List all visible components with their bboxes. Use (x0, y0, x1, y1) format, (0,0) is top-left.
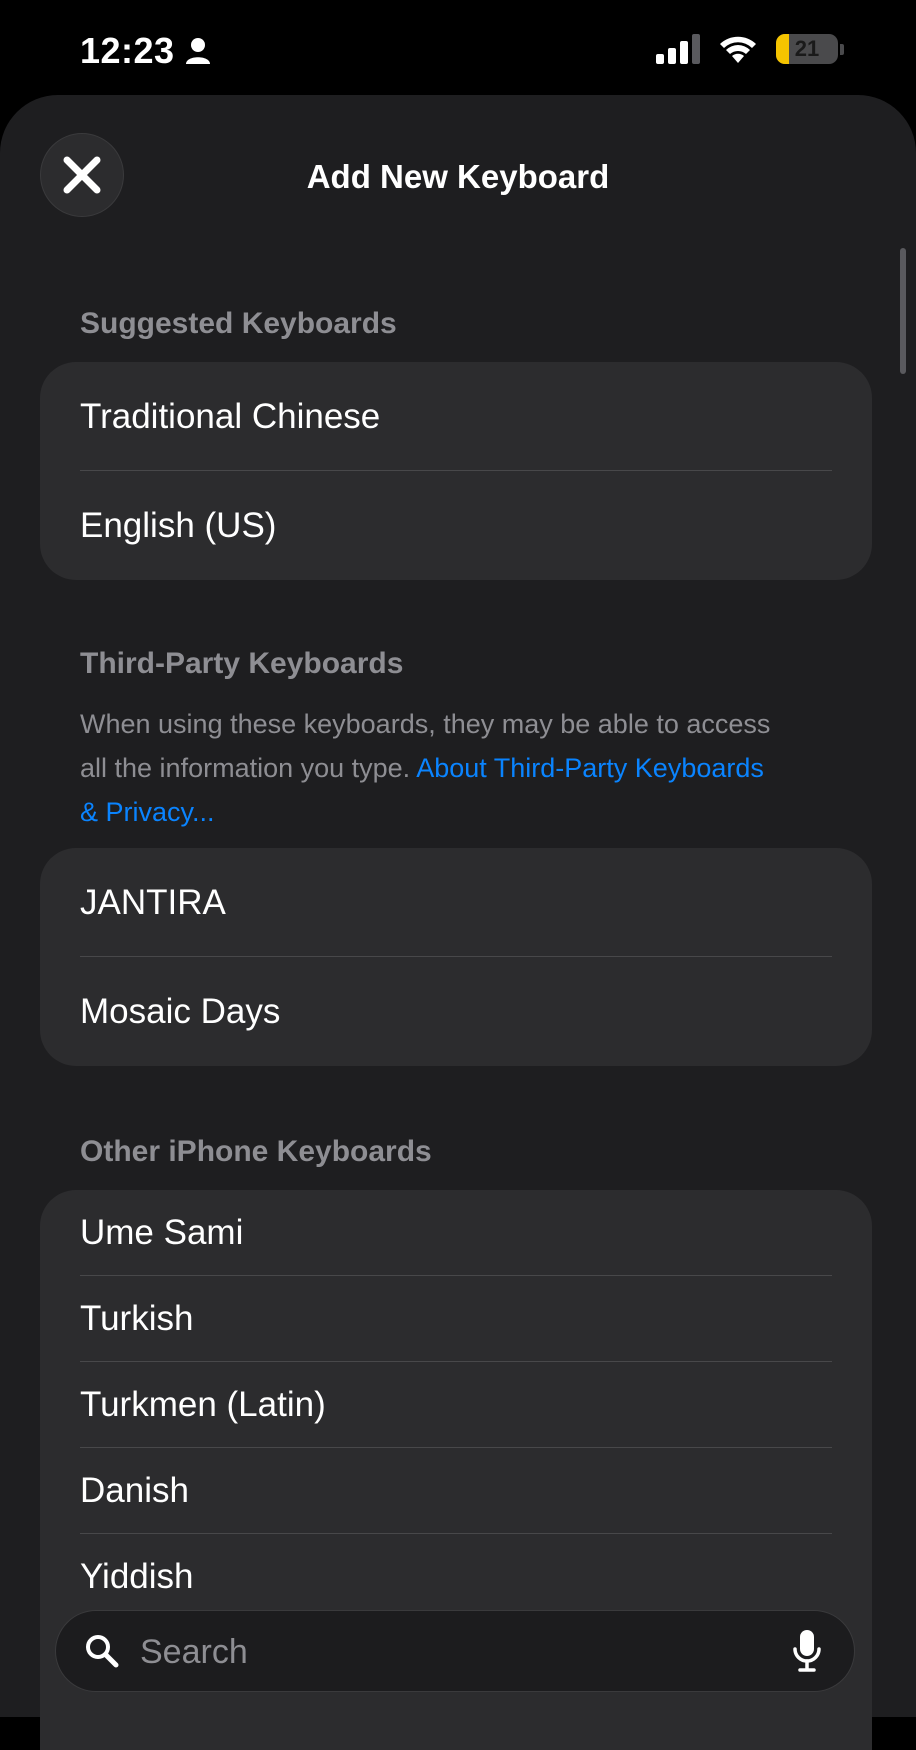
section-header-suggested: Suggested Keyboards (80, 307, 397, 340)
third-party-keyboards-list: JANTIRA Mosaic Days (40, 848, 872, 1066)
section-header-third-party: Third-Party Keyboards (80, 647, 404, 680)
search-icon (86, 1635, 119, 1668)
keyboard-label: Turkmen (Latin) (80, 1385, 326, 1424)
status-time-text: 12:23 (80, 30, 175, 71)
third-party-note: When using these keyboards, they may be … (80, 702, 780, 834)
keyboard-row-traditional-chinese[interactable]: Traditional Chinese (40, 362, 872, 471)
keyboard-row-danish[interactable]: Danish (40, 1448, 872, 1534)
wifi-icon (720, 36, 756, 63)
keyboard-row-turkish[interactable]: Turkish (40, 1276, 872, 1362)
search-input[interactable] (138, 1611, 742, 1693)
keyboard-label: JANTIRA (80, 882, 226, 922)
status-indicators: 21 (656, 34, 844, 64)
keyboard-row-english-us[interactable]: English (US) (40, 471, 872, 580)
keyboard-label: English (US) (80, 505, 277, 545)
status-bar: 12:23 21 (0, 0, 916, 95)
status-time: 12:23 (80, 30, 211, 72)
section-header-other: Other iPhone Keyboards (80, 1135, 432, 1168)
battery-tip (840, 43, 844, 55)
keyboard-row-mosaic-days[interactable]: Mosaic Days (40, 957, 872, 1066)
keyboard-label: Mosaic Days (80, 991, 281, 1031)
battery-indicator: 21 (776, 34, 838, 64)
suggested-keyboards-list: Traditional Chinese English (US) (40, 362, 872, 580)
keyboard-row-ume-sami[interactable]: Ume Sami (40, 1190, 872, 1276)
scroll-indicator[interactable] (900, 248, 906, 374)
keyboard-label: Yiddish (80, 1557, 194, 1596)
keyboard-row-turkmen-latin[interactable]: Turkmen (Latin) (40, 1362, 872, 1448)
search-bar (55, 1610, 855, 1693)
keyboard-label: Turkish (80, 1299, 194, 1338)
add-keyboard-sheet: Add New Keyboard Suggested Keyboards Tra… (0, 95, 916, 1750)
page-title: Add New Keyboard (306, 158, 610, 195)
microphone-icon[interactable] (792, 1629, 822, 1673)
cellular-signal-icon (656, 34, 700, 64)
keyboard-label: Ume Sami (80, 1213, 244, 1252)
keyboard-label: Danish (80, 1471, 189, 1510)
person-icon (185, 38, 210, 64)
keyboard-label: Traditional Chinese (80, 396, 381, 436)
keyboard-row-yiddish[interactable]: Yiddish (40, 1534, 872, 1620)
battery-percent: 21 (794, 36, 820, 61)
keyboard-row-jantira[interactable]: JANTIRA (40, 848, 872, 957)
